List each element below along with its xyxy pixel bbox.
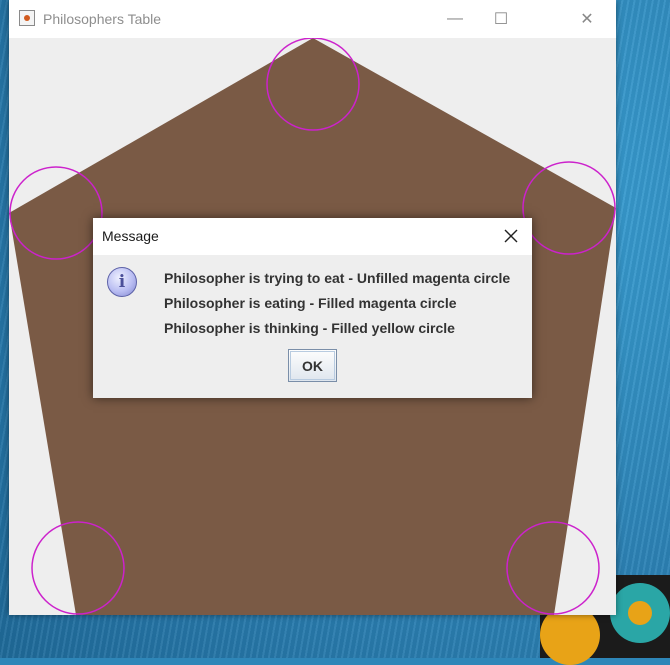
minimize-button[interactable]: — (432, 0, 478, 38)
window-titlebar[interactable]: Philosophers Table — ☐ ✕ (9, 0, 616, 38)
message-dialog: Message i Philosopher is trying to eat -… (93, 218, 532, 398)
ok-button[interactable]: OK (288, 349, 337, 382)
legend-line-trying: Philosopher is trying to eat - Unfilled … (164, 270, 511, 286)
info-icon: i (107, 267, 137, 297)
close-button[interactable]: ✕ (564, 0, 610, 38)
maximize-button[interactable]: ☐ (478, 0, 524, 38)
legend-line-thinking: Philosopher is thinking - Filled yellow … (164, 320, 455, 336)
window-title: Philosophers Table (43, 11, 162, 27)
java-app-icon (19, 10, 35, 26)
dialog-close-icon[interactable] (502, 227, 520, 245)
dialog-title: Message (102, 228, 159, 244)
legend-line-eating: Philosopher is eating - Filled magenta c… (164, 295, 457, 311)
dialog-titlebar[interactable]: Message (93, 218, 532, 255)
